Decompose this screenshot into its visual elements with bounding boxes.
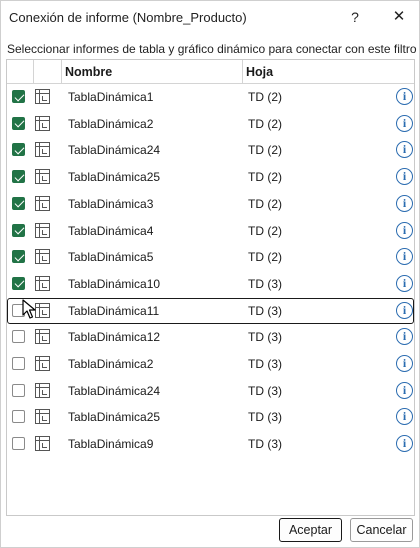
report-connection-dialog: Conexión de informe (Nombre_Producto) ? … [0, 0, 420, 548]
row-sheet: TD (2) [248, 250, 282, 265]
row-name: TablaDinámica10 [68, 276, 161, 291]
table-row[interactable]: TablaDinámica2 TD (3) i [7, 351, 414, 377]
row-name: TablaDinámica25 [68, 170, 161, 185]
pivot-table-icon [35, 302, 50, 318]
table-row[interactable]: TablaDinámica10 TD (3) i [7, 271, 414, 297]
pivot-table-icon [35, 436, 50, 452]
info-icon[interactable]: i [396, 408, 413, 426]
mouse-cursor-icon [22, 299, 36, 319]
info-icon[interactable]: i [396, 328, 413, 346]
row-sheet: TD (3) [248, 330, 282, 345]
row-sheet: TD (2) [248, 116, 282, 131]
row-checkbox[interactable] [12, 330, 25, 344]
table-row[interactable]: TablaDinámica2 TD (2) i [7, 111, 414, 137]
pivot-report-list: Nombre Hoja TablaDinámica1 TD (2) i TablaDi… [6, 59, 415, 516]
row-sheet: TD (3) [248, 276, 282, 291]
row-sheet: TD (3) [248, 303, 282, 318]
row-checkbox[interactable] [12, 276, 25, 290]
row-sheet: TD (2) [248, 196, 282, 211]
row-checkbox[interactable] [12, 223, 25, 237]
accept-button[interactable]: Aceptar [279, 518, 342, 542]
row-sheet: TD (2) [248, 90, 282, 104]
column-header-name[interactable]: Nombre [62, 60, 243, 83]
row-name: TablaDinámica3 [68, 196, 154, 211]
cancel-button[interactable]: Cancelar [350, 518, 413, 542]
pivot-table-icon [35, 169, 50, 185]
close-button[interactable]: ✕ [389, 7, 409, 27]
instruction-text: Seleccionar informes de tabla y gráfico … [7, 42, 417, 56]
info-icon[interactable]: i [396, 141, 413, 159]
row-sheet: TD (3) [248, 357, 282, 371]
header-icon-column [34, 60, 62, 83]
info-icon[interactable]: i [396, 114, 413, 132]
row-sheet: TD (2) [248, 170, 282, 185]
pivot-table-icon [35, 275, 50, 291]
row-name: TablaDinámica4 [68, 223, 154, 238]
table-row[interactable]: TablaDinámica11 TD (3) i [7, 297, 414, 324]
row-sheet: TD (3) [248, 383, 282, 398]
row-sheet: TD (2) [248, 223, 282, 238]
row-name: TablaDinámica24 [68, 143, 161, 158]
pivot-table-icon [35, 115, 50, 131]
pivot-table-icon [35, 89, 50, 104]
info-icon[interactable]: i [396, 435, 413, 453]
table-row[interactable]: TablaDinámica12 TD (3) i [7, 324, 414, 350]
table-row[interactable]: TablaDinámica25 TD (3) i [7, 404, 414, 430]
pivot-table-icon [35, 249, 50, 265]
row-name: TablaDinámica2 [68, 116, 154, 131]
help-button[interactable]: ? [347, 7, 363, 27]
pivot-table-icon [35, 222, 50, 238]
row-name: TablaDinámica25 [68, 410, 161, 425]
info-icon[interactable]: i [396, 194, 413, 212]
row-name: TablaDinámica24 [68, 383, 161, 398]
info-icon[interactable]: i [396, 221, 413, 239]
pivot-table-icon [35, 195, 50, 211]
row-name: TablaDinámica12 [68, 330, 161, 345]
info-icon[interactable]: i [396, 381, 413, 399]
row-checkbox[interactable] [12, 90, 25, 103]
pivot-table-icon [35, 329, 50, 345]
table-row[interactable]: TablaDinámica24 TD (2) i [7, 137, 414, 163]
pivot-table-icon [35, 356, 50, 371]
column-header-sheet[interactable]: Hoja [243, 60, 414, 83]
row-name: TablaDinámica11 [68, 303, 160, 318]
list-header: Nombre Hoja [7, 60, 414, 84]
row-sheet: TD (3) [248, 437, 282, 452]
table-row[interactable]: TablaDinámica4 TD (2) i [7, 218, 414, 244]
table-row[interactable]: TablaDinámica25 TD (2) i [7, 164, 414, 190]
row-sheet: TD (2) [248, 143, 282, 158]
info-icon[interactable]: i [396, 274, 413, 292]
row-checkbox[interactable] [12, 437, 25, 451]
table-row[interactable]: TablaDinámica9 TD (3) i [7, 431, 414, 457]
dialog-title: Conexión de informe (Nombre_Producto) [9, 10, 247, 25]
pivot-table-icon [35, 382, 50, 398]
row-checkbox[interactable] [12, 357, 25, 370]
table-row[interactable]: TablaDinámica24 TD (3) i [7, 378, 414, 404]
row-checkbox[interactable] [12, 383, 25, 397]
row-checkbox[interactable] [12, 250, 25, 264]
table-row[interactable]: TablaDinámica1 TD (2) i [7, 84, 414, 110]
info-icon[interactable]: i [396, 168, 413, 186]
row-name: TablaDinámica9 [68, 437, 154, 452]
row-sheet: TD (3) [248, 410, 282, 425]
info-icon[interactable]: i [396, 88, 413, 105]
row-name: TablaDinámica5 [68, 250, 154, 265]
info-icon[interactable]: i [396, 301, 413, 319]
table-row[interactable]: TablaDinámica5 TD (2) i [7, 244, 414, 270]
row-name: TablaDinámica1 [68, 90, 154, 104]
row-checkbox[interactable] [12, 410, 25, 424]
info-icon[interactable]: i [396, 355, 413, 372]
table-row[interactable]: TablaDinámica3 TD (2) i [7, 191, 414, 217]
pivot-table-icon [35, 409, 50, 425]
row-checkbox[interactable] [12, 196, 25, 210]
pivot-table-icon [35, 142, 50, 158]
row-name: TablaDinámica2 [68, 357, 154, 371]
row-checkbox[interactable] [12, 170, 25, 184]
row-checkbox[interactable] [12, 116, 25, 130]
title-bar: Conexión de informe (Nombre_Producto) ? … [1, 1, 419, 35]
row-checkbox[interactable] [12, 143, 25, 157]
header-checkbox-column [7, 60, 34, 83]
info-icon[interactable]: i [396, 248, 413, 266]
